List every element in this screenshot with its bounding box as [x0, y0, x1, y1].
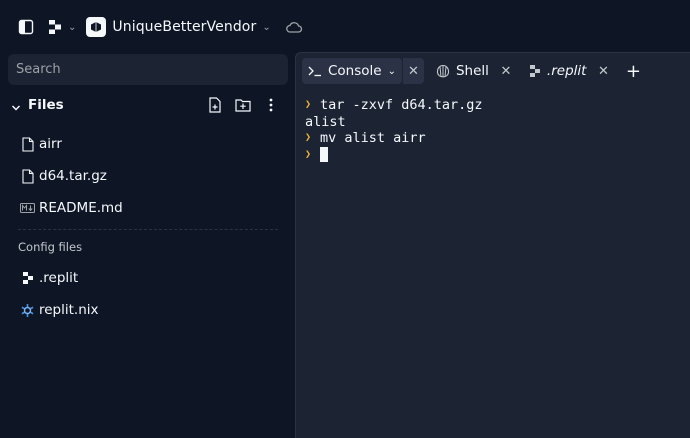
prompt-icon: ❯	[305, 99, 312, 110]
tab-label: .replit	[546, 63, 587, 79]
file-item-replit-nix[interactable]: replit.nix	[20, 300, 99, 320]
terminal-prompt-icon	[308, 65, 322, 77]
replit-menu-button[interactable]: ⌄	[48, 19, 76, 35]
file-name: README.md	[39, 200, 123, 216]
console-pane: Console ⌄ ✕ Shell ✕ .replit ✕ + ❯ tar -z…	[295, 52, 690, 438]
sidebar-toggle-icon[interactable]	[18, 19, 34, 35]
tab-shell[interactable]: Shell	[430, 58, 495, 84]
replit-workspace: ⌄ UniqueBetterVendor ⌄ Search Files airr…	[0, 0, 690, 438]
file-name: airr	[39, 136, 62, 152]
config-files-label: Config files	[18, 240, 83, 254]
console-line-text: alist	[305, 113, 346, 130]
console-line: alist	[305, 114, 483, 131]
markdown-icon	[20, 200, 35, 216]
new-folder-icon[interactable]	[234, 96, 252, 114]
prompt-icon: ❯	[305, 132, 312, 143]
console-input-line[interactable]: ❯	[305, 147, 483, 164]
console-line-text: tar -zxvf d64.tar.gz	[320, 97, 483, 113]
top-bar: ⌄ UniqueBetterVendor ⌄	[0, 0, 690, 54]
files-actions	[206, 96, 280, 114]
new-file-icon[interactable]	[206, 96, 224, 114]
file-icon	[20, 136, 35, 152]
file-item-readme[interactable]: README.md	[20, 198, 123, 218]
search-input[interactable]: Search	[8, 54, 288, 85]
file-sidebar: Search Files airr d64.tar.gz README.md C…	[0, 54, 295, 438]
add-tab-icon[interactable]: +	[622, 61, 644, 82]
file-name: d64.tar.gz	[39, 168, 107, 184]
file-name: replit.nix	[39, 302, 99, 318]
close-replit-tab-icon[interactable]: ✕	[592, 58, 614, 84]
search-placeholder: Search	[16, 62, 61, 77]
repl-name: UniqueBetterVendor	[112, 19, 257, 35]
files-header[interactable]: Files	[0, 92, 295, 120]
replit-config-icon	[20, 270, 35, 286]
file-item-replit-config[interactable]: .replit	[20, 268, 78, 288]
file-item-airr[interactable]: airr	[20, 134, 62, 154]
divider	[18, 229, 278, 230]
chevron-down-icon[interactable]: ⌄	[388, 66, 396, 77]
tab-label: Console	[328, 63, 382, 79]
prompt-icon: ❯	[305, 148, 312, 160]
repl-avatar-icon	[86, 17, 107, 37]
shell-icon	[436, 64, 450, 78]
chevron-down-icon: ⌄	[68, 21, 77, 33]
tab-bar: Console ⌄ ✕ Shell ✕ .replit ✕ +	[296, 53, 690, 89]
close-console-tab-icon[interactable]: ✕	[401, 58, 424, 84]
console-line-text: mv alist airr	[320, 130, 426, 146]
file-item-d64[interactable]: d64.tar.gz	[20, 166, 107, 186]
console-output[interactable]: ❯ tar -zxvf d64.tar.gz alist ❯ mv alist ai…	[305, 97, 483, 163]
nix-icon	[20, 302, 35, 318]
tab-console[interactable]: Console ⌄	[302, 58, 402, 84]
text-cursor	[320, 147, 328, 163]
cloud-icon[interactable]	[285, 20, 303, 34]
chevron-down-icon: ⌄	[262, 21, 271, 33]
repl-selector[interactable]: UniqueBetterVendor ⌄	[86, 17, 271, 37]
chevron-down-icon[interactable]	[11, 98, 21, 117]
tab-replit-config[interactable]: .replit	[523, 58, 593, 84]
files-title: Files	[28, 97, 64, 113]
file-name: .replit	[39, 270, 79, 286]
replit-config-icon	[529, 64, 541, 78]
tab-label: Shell	[455, 63, 489, 79]
replit-logo-icon	[49, 20, 61, 34]
file-icon	[20, 168, 35, 184]
close-shell-tab-icon[interactable]: ✕	[495, 58, 517, 84]
console-line: ❯ mv alist airr	[305, 130, 483, 147]
console-line: ❯ tar -zxvf d64.tar.gz	[305, 97, 483, 114]
more-options-icon[interactable]	[262, 96, 280, 114]
